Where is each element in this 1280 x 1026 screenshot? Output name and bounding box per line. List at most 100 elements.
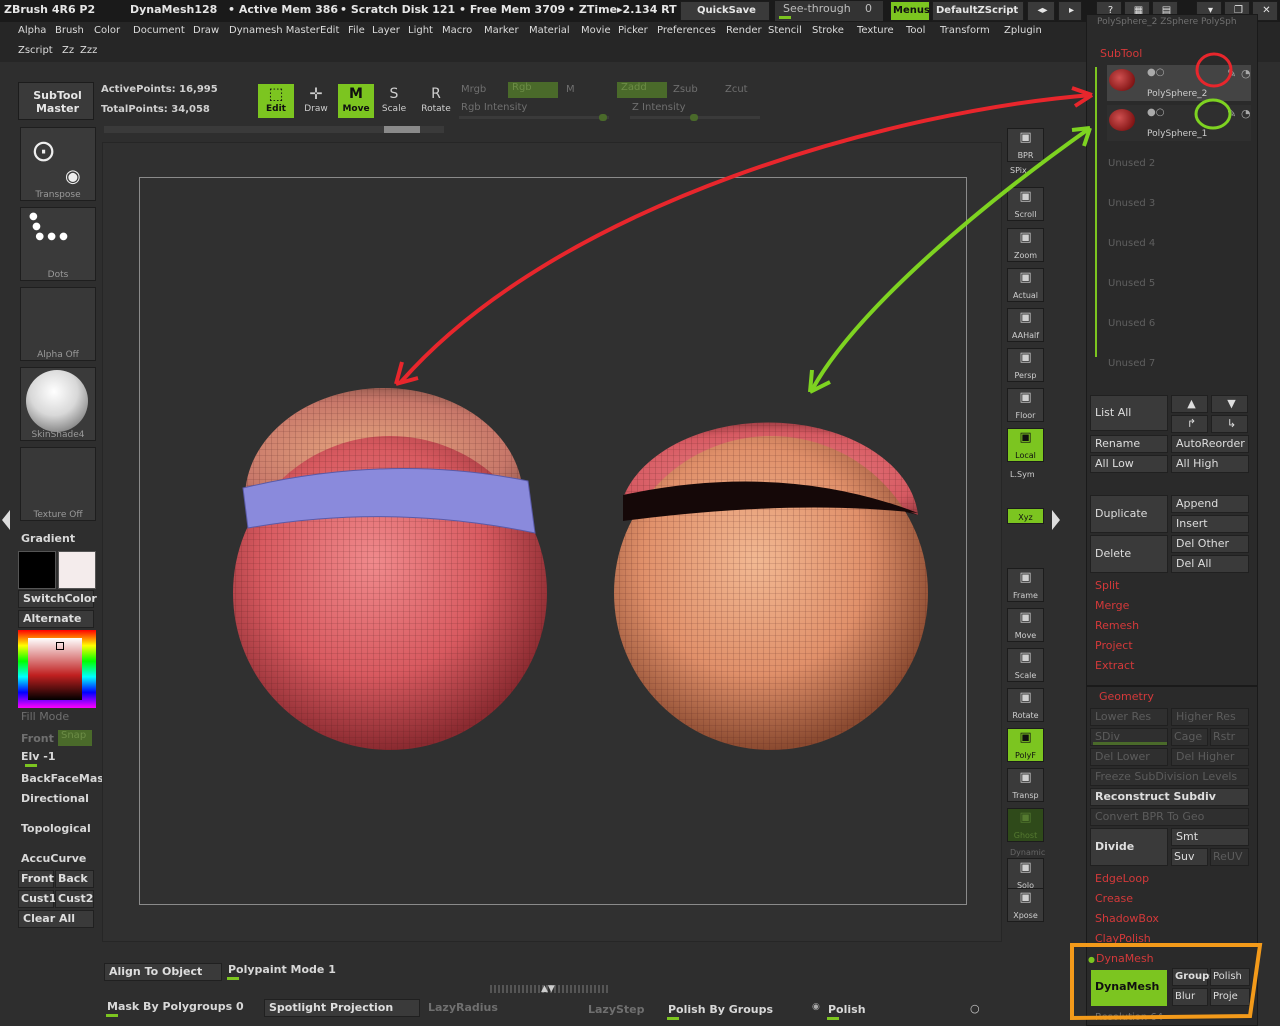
visibility-toggle-icon[interactable]: ●○ [1147,67,1164,78]
suv-toggle[interactable]: Suv [1171,848,1208,866]
z-intensity-slider[interactable]: Z Intensity [630,102,770,121]
right-tray-arrow-icon[interactable] [1052,510,1060,530]
layout-icon[interactable]: ◂▸ [1027,1,1055,21]
menu-material[interactable]: Material [529,25,570,36]
zcut-toggle[interactable]: Zcut [725,84,748,95]
material-thumb[interactable]: SkinShade4 [20,367,96,441]
elevation-slider[interactable]: Elv -1 [21,750,56,763]
del-lower-button[interactable]: Del Lower [1090,748,1168,766]
see-through-slider[interactable]: See-through 0 [775,1,883,21]
eye-icon-2[interactable]: ◔ [1241,107,1251,120]
switchcolor-button[interactable]: SwitchColor [18,590,97,608]
menu-light[interactable]: Light [408,25,433,36]
all-high-button[interactable]: All High [1171,455,1249,473]
zadd-toggle[interactable]: Zadd [617,82,667,98]
subtool-unused-slot[interactable]: Unused 7 [1108,358,1155,369]
polyf-button[interactable]: ▣ PolyF [1007,728,1044,762]
lower-res-button[interactable]: Lower Res [1090,708,1168,726]
local-button[interactable]: ▣ Local [1007,428,1044,462]
reconstruct-subdiv-button[interactable]: Reconstruct Subdiv [1090,788,1249,806]
rotate-button[interactable]: R Rotate [418,84,454,118]
topological-toggle[interactable]: Topological [21,822,91,835]
color-picker-hue[interactable] [18,630,96,708]
insert-button[interactable]: Insert [1171,515,1249,533]
secondary-color-swatch[interactable] [58,551,96,589]
fill-mode-label[interactable]: Fill Mode [21,710,69,723]
duplicate-button[interactable]: Duplicate [1090,495,1168,533]
zsub-toggle[interactable]: Zsub [673,84,698,95]
actual-button[interactable]: ▣ Actual [1007,268,1044,302]
lazyradius-slider[interactable]: LazyRadius [428,1001,498,1014]
subtool-scroll[interactable] [1095,67,1097,357]
color-picker-sv[interactable] [28,638,82,700]
accucurve-toggle[interactable]: AccuCurve [21,852,86,865]
scroll-button[interactable]: ▣ Scroll [1007,187,1044,221]
collapse-arrows-icon[interactable]: ▲▼ [541,984,555,994]
list-all-button[interactable]: List All [1090,395,1168,431]
resolution-slider[interactable]: Resolution 64 [1095,1012,1163,1023]
del-other-button[interactable]: Del Other [1171,535,1249,553]
subtool-title[interactable]: SubTool [1100,47,1142,60]
blur-slider[interactable]: Blur [1172,988,1208,1006]
crease-section[interactable]: Crease [1095,892,1133,905]
move-up-icon[interactable]: ▲ [1171,395,1208,413]
m-toggle[interactable]: M [566,84,575,95]
subtool-unused-slot[interactable]: Unused 3 [1108,198,1155,209]
snap-toggle[interactable]: Snap [58,730,92,746]
paintbrush-icon-2[interactable]: ✎ [1227,107,1236,120]
split-section[interactable]: Split [1095,579,1119,592]
menu-draw[interactable]: Draw [193,25,219,36]
move-button[interactable]: M Move [338,84,374,118]
menu-preferences[interactable]: Preferences [657,25,716,36]
xyz-button[interactable]: Xyz [1007,508,1044,524]
menus-button[interactable]: Menus [890,1,930,21]
menu-zzz[interactable]: Zzz [80,45,97,56]
subtool-unused-slot[interactable]: Unused 5 [1108,278,1155,289]
menu-stencil[interactable]: Stencil [768,25,802,36]
frame-button[interactable]: ▣ Frame [1007,568,1044,602]
alternate-button[interactable]: Alternate [18,610,94,628]
bpr-button[interactable]: ▣ BPR [1007,128,1044,162]
menu-macro[interactable]: Macro [442,25,472,36]
scale-button[interactable]: S Scale [378,84,410,118]
menu-dynamesh-master[interactable]: Dynamesh Master [229,25,320,36]
groups-toggle[interactable]: Groups [1172,968,1215,986]
eye-icon[interactable]: ◔ [1241,67,1251,80]
shadowbox-section[interactable]: ShadowBox [1095,912,1159,925]
spotlight-projection-button[interactable]: Spotlight Projection [264,999,420,1017]
menu-alpha[interactable]: Alpha [18,25,46,36]
dynamesh-section[interactable]: DynaMesh [1096,952,1154,965]
del-all-button[interactable]: Del All [1171,555,1249,573]
menu-transform[interactable]: Transform [940,25,990,36]
divide-button[interactable]: Divide [1090,828,1168,866]
remesh-section[interactable]: Remesh [1095,619,1139,632]
delete-button[interactable]: Delete [1090,535,1168,573]
shelf-scrollbar[interactable] [104,126,444,133]
arrow-up-right-icon[interactable]: ↱ [1171,415,1208,433]
subtool-item-0[interactable]: PolySphere_2 ●○ ✎ ◔ [1107,65,1251,101]
del-higher-button[interactable]: Del Higher [1171,748,1249,766]
edit-button[interactable]: ⬚ Edit [258,84,294,118]
transp-button[interactable]: ▣ Transp [1007,768,1044,802]
menu-render[interactable]: Render [726,25,762,36]
move-down-icon[interactable]: ▼ [1211,395,1248,413]
menu-zz[interactable]: Zz [62,45,74,56]
menu-zscript[interactable]: Zscript [18,45,53,56]
ghost-button[interactable]: ▣ Ghost [1007,808,1044,842]
menu-file[interactable]: File [348,25,365,36]
layout-toggle-icon[interactable]: ▸ [1058,1,1082,21]
scale-button[interactable]: ▣ Scale [1007,648,1044,682]
visibility-toggle-icon-2[interactable]: ●○ [1147,107,1164,118]
subtool-item-1[interactable]: PolySphere_1 ●○ ✎ ◔ [1107,105,1251,141]
polish-toggle[interactable]: Polish [1210,968,1250,986]
rgb-intensity-slider[interactable]: Rgb Intensity [459,102,614,121]
directional-toggle[interactable]: Directional [21,792,89,805]
aahalf-button[interactable]: ▣ AAHalf [1007,308,1044,342]
paintbrush-icon[interactable]: ✎ [1227,67,1236,80]
move-button[interactable]: ▣ Move [1007,608,1044,642]
zoom-button[interactable]: ▣ Zoom [1007,228,1044,262]
draw-button[interactable]: ✛ Draw [298,84,334,118]
align-to-object-button[interactable]: Align To Object [104,963,222,981]
subtool-unused-slot[interactable]: Unused 2 [1108,158,1155,169]
subtool-unused-slot[interactable]: Unused 6 [1108,318,1155,329]
